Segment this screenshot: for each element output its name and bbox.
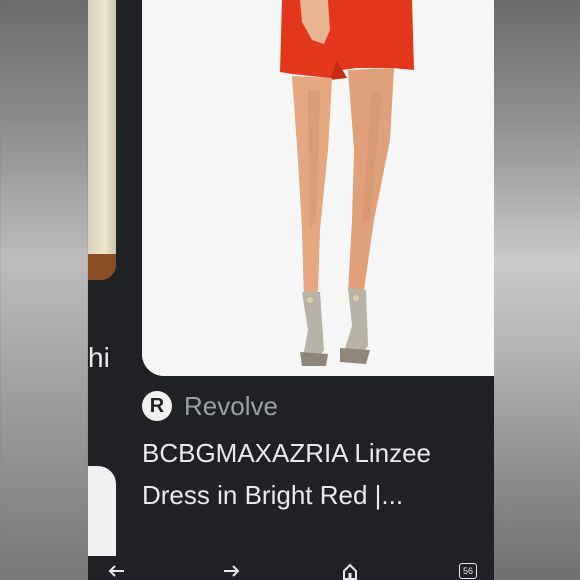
forward-arrow-icon[interactable] — [220, 562, 244, 580]
previous-result-caption[interactable]: hi — [88, 342, 110, 374]
source-row[interactable]: R Revolve — [142, 390, 278, 422]
blurred-background-left — [0, 0, 88, 580]
bottom-navigation-bar: 56 — [88, 556, 494, 580]
previous-result-image[interactable] — [88, 0, 116, 280]
phone-screen: hi R Revolve BCBGMAXAZRIA Linzee Dress i… — [88, 0, 494, 580]
source-name: Revolve — [184, 390, 278, 421]
dress-photo — [142, 0, 494, 376]
tab-count: 56 — [459, 563, 477, 579]
tab-switcher-icon[interactable]: 56 — [456, 562, 480, 580]
previous-result-image-detail — [88, 254, 116, 280]
product-image[interactable] — [142, 0, 494, 376]
source-logo-icon: R — [142, 391, 172, 421]
home-icon[interactable] — [338, 562, 362, 580]
next-row-card[interactable] — [88, 466, 116, 556]
blurred-background-right — [494, 0, 580, 580]
back-arrow-icon[interactable] — [104, 562, 128, 580]
product-title[interactable]: BCBGMAXAZRIA Linzee Dress in Bright Red … — [142, 432, 492, 516]
